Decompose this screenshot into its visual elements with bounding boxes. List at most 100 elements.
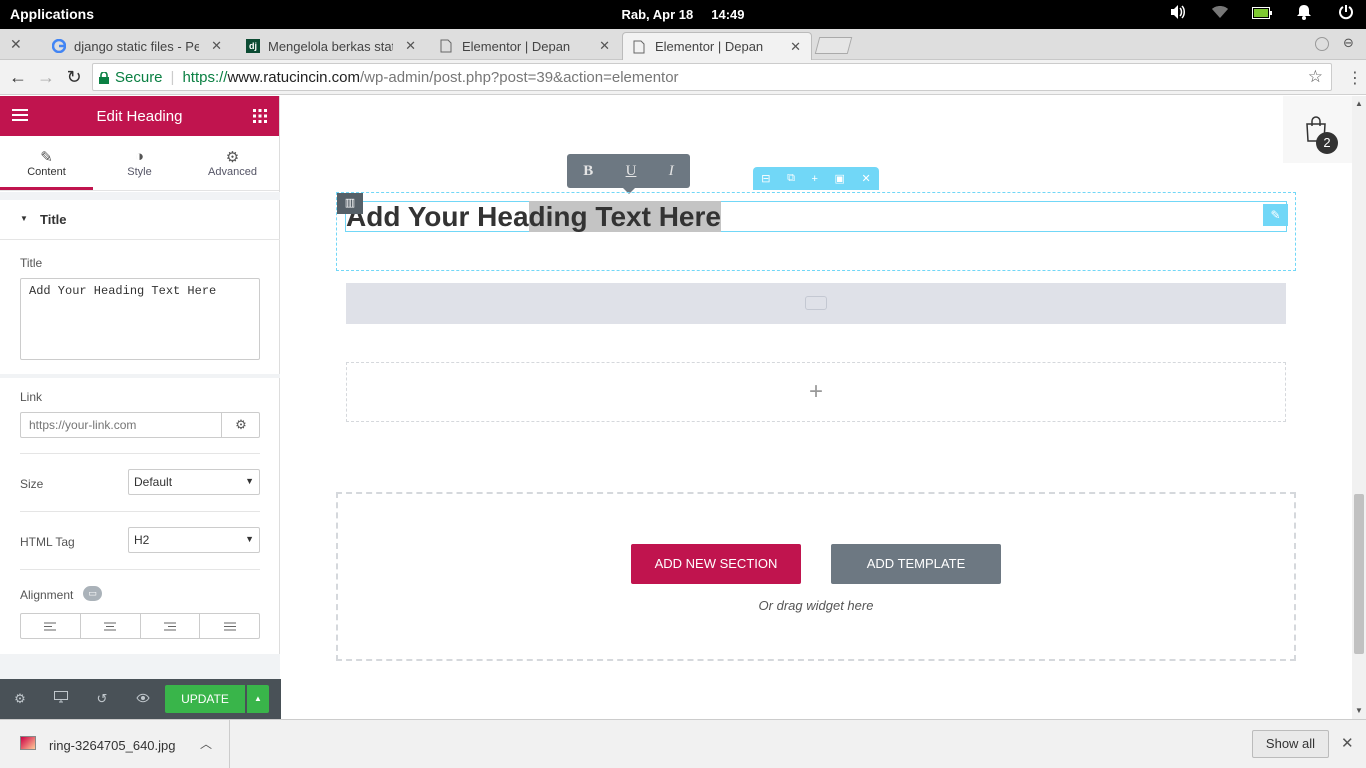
tab-advanced[interactable]: ⚙ Advanced [186,136,279,190]
caret-down-icon: ▼ [20,214,28,223]
size-select[interactable]: Default ▼ [128,469,260,495]
dropdown-arrow-icon: ▼ [245,476,254,486]
forward-icon[interactable]: → [36,67,56,87]
show-all-button[interactable]: Show all [1252,730,1329,758]
underline-button[interactable]: U [626,163,637,180]
clock[interactable]: Rab, Apr 18 14:49 [0,7,1366,22]
google-icon [51,38,67,54]
secure-label: Secure [115,68,163,86]
browser-tab[interactable]: dj Mengelola berkas statis ✕ [236,32,426,60]
edit-section-icon[interactable]: ⊟ [761,172,770,185]
browser-tab[interactable]: Elementor | Depan ✕ [430,32,620,60]
delete-section-icon[interactable]: ✕ [861,172,870,185]
scroll-up-arrow-icon[interactable]: ▲ [1355,99,1363,108]
minimize-icon[interactable]: ⊖ [1343,35,1354,51]
column-handle-icon[interactable]: ▥ [337,193,363,214]
tab-style-label: Style [127,166,152,178]
tab-content[interactable]: ✎ Content [0,136,93,190]
system-top-bar: Applications Rab, Apr 18 14:49 [0,0,1366,29]
tab-close-icon[interactable]: ✕ [599,38,610,54]
battery-icon[interactable] [1252,4,1272,24]
panel-separator [0,192,280,200]
url-divider: | [170,68,175,86]
align-right-icon[interactable] [141,614,201,638]
size-select-value: Default [134,475,173,489]
back-icon[interactable]: ← [8,67,28,87]
tab-close-icon[interactable]: ✕ [790,39,801,55]
url-path: /wp-admin/post.php?post=39&action=elemen… [360,68,679,86]
responsive-mode-icon[interactable] [53,691,69,707]
heading-text-selected: ding Text Here [528,201,721,232]
panel-footer: ⚙ ↺ UPDATE ▲ [0,679,281,719]
image-file-icon [20,736,36,750]
update-button[interactable]: UPDATE [165,685,245,713]
divider [20,511,260,512]
bookmark-star-icon[interactable]: ☆ [1308,67,1323,87]
tab-style[interactable]: ◑ Style [93,136,186,190]
django-icon: dj [246,39,260,53]
alignment-label: Alignment [20,588,74,602]
alignment-control [20,613,260,639]
save-section-icon[interactable]: ▣ [834,172,844,185]
heading-text[interactable]: Add Your Heading Text Here [346,201,721,232]
add-new-section-button[interactable]: ADD NEW SECTION [631,544,801,584]
tab-close-icon[interactable]: ✕ [211,38,222,54]
edit-widget-pencil-icon[interactable]: ✎ [1263,204,1288,226]
history-icon[interactable]: ↺ [94,691,110,707]
volume-icon[interactable] [1168,4,1188,24]
responsive-desktop-icon[interactable]: ▭ [83,586,102,601]
new-tab-button[interactable] [814,37,853,54]
add-section-area: ADD NEW SECTION ADD TEMPLATE Or drag wid… [336,492,1296,661]
italic-button[interactable]: I [669,163,674,180]
browser-tab-strip: ✕ django static files - Pen ✕ dj Mengelo… [0,29,1366,60]
align-center-icon[interactable] [81,614,141,638]
tab-title: django static files - Pen [74,38,199,54]
close-download-bar-icon[interactable]: ✕ [1341,734,1354,752]
browser-tab[interactable]: django static files - Pen ✕ [42,32,232,60]
panel-title: Edit Heading [96,107,183,125]
url-field[interactable]: Secure | https:// www.ratucincin.com /wp… [92,63,1332,91]
heading-text-part: Add Your Hea [346,201,529,232]
menu-dots-icon[interactable]: ⋮ [1347,68,1363,88]
save-options-caret-icon[interactable]: ▲ [247,685,269,713]
settings-gear-icon[interactable]: ⚙ [12,691,28,707]
cart-widget[interactable]: 2 [1283,96,1352,163]
bold-button[interactable]: B [583,163,593,180]
link-label: Link [20,390,43,404]
widgets-grid-icon[interactable] [253,109,267,127]
inline-text-toolbar: B U I [567,154,690,188]
wifi-icon[interactable] [1210,4,1230,24]
duplicate-section-icon[interactable]: ⧉ [787,172,795,185]
link-options-gear-icon[interactable]: ⚙ [221,413,260,437]
profile-icon[interactable] [1315,37,1329,51]
hamburger-menu-icon[interactable] [12,108,28,126]
html-tag-select[interactable]: H2 ▼ [128,527,260,553]
scroll-down-arrow-icon[interactable]: ▼ [1355,706,1363,715]
download-item[interactable]: ring-3264705_640.jpg ︿ [0,720,230,768]
link-input[interactable] [21,413,221,437]
add-widget-zone[interactable]: + [346,362,1286,422]
preview-eye-icon[interactable] [135,691,151,707]
close-window-icon[interactable]: ✕ [10,36,22,53]
power-icon[interactable] [1336,4,1356,24]
heading-widget[interactable]: Add Your Heading Text Here ✎ [345,201,1288,232]
add-section-icon[interactable]: + [811,173,817,185]
align-left-icon[interactable] [21,614,81,638]
page-icon [633,40,647,54]
tab-title: Elementor | Depan [655,39,764,54]
download-options-chevron-icon[interactable]: ︿ [200,735,212,752]
widget-placeholder[interactable] [346,283,1286,324]
browser-tab-active[interactable]: Elementor | Depan ✕ [622,32,812,60]
scrollbar-thumb[interactable] [1354,494,1364,654]
notification-icon[interactable] [1294,4,1314,24]
heading-section[interactable]: Add Your Heading Text Here ✎ ▥ [336,192,1296,271]
add-template-button[interactable]: ADD TEMPLATE [831,544,1001,584]
size-label: Size [20,477,44,491]
reload-icon[interactable]: ↻ [64,67,84,87]
align-justify-icon[interactable] [200,614,259,638]
section-title-header[interactable]: ▼ Title [0,200,280,240]
tab-title: Mengelola berkas statis [268,38,393,54]
canvas-scrollbar[interactable]: ▲ ▼ [1352,96,1366,719]
tab-close-icon[interactable]: ✕ [405,38,416,54]
title-textarea[interactable]: Add Your Heading Text Here [20,278,260,360]
